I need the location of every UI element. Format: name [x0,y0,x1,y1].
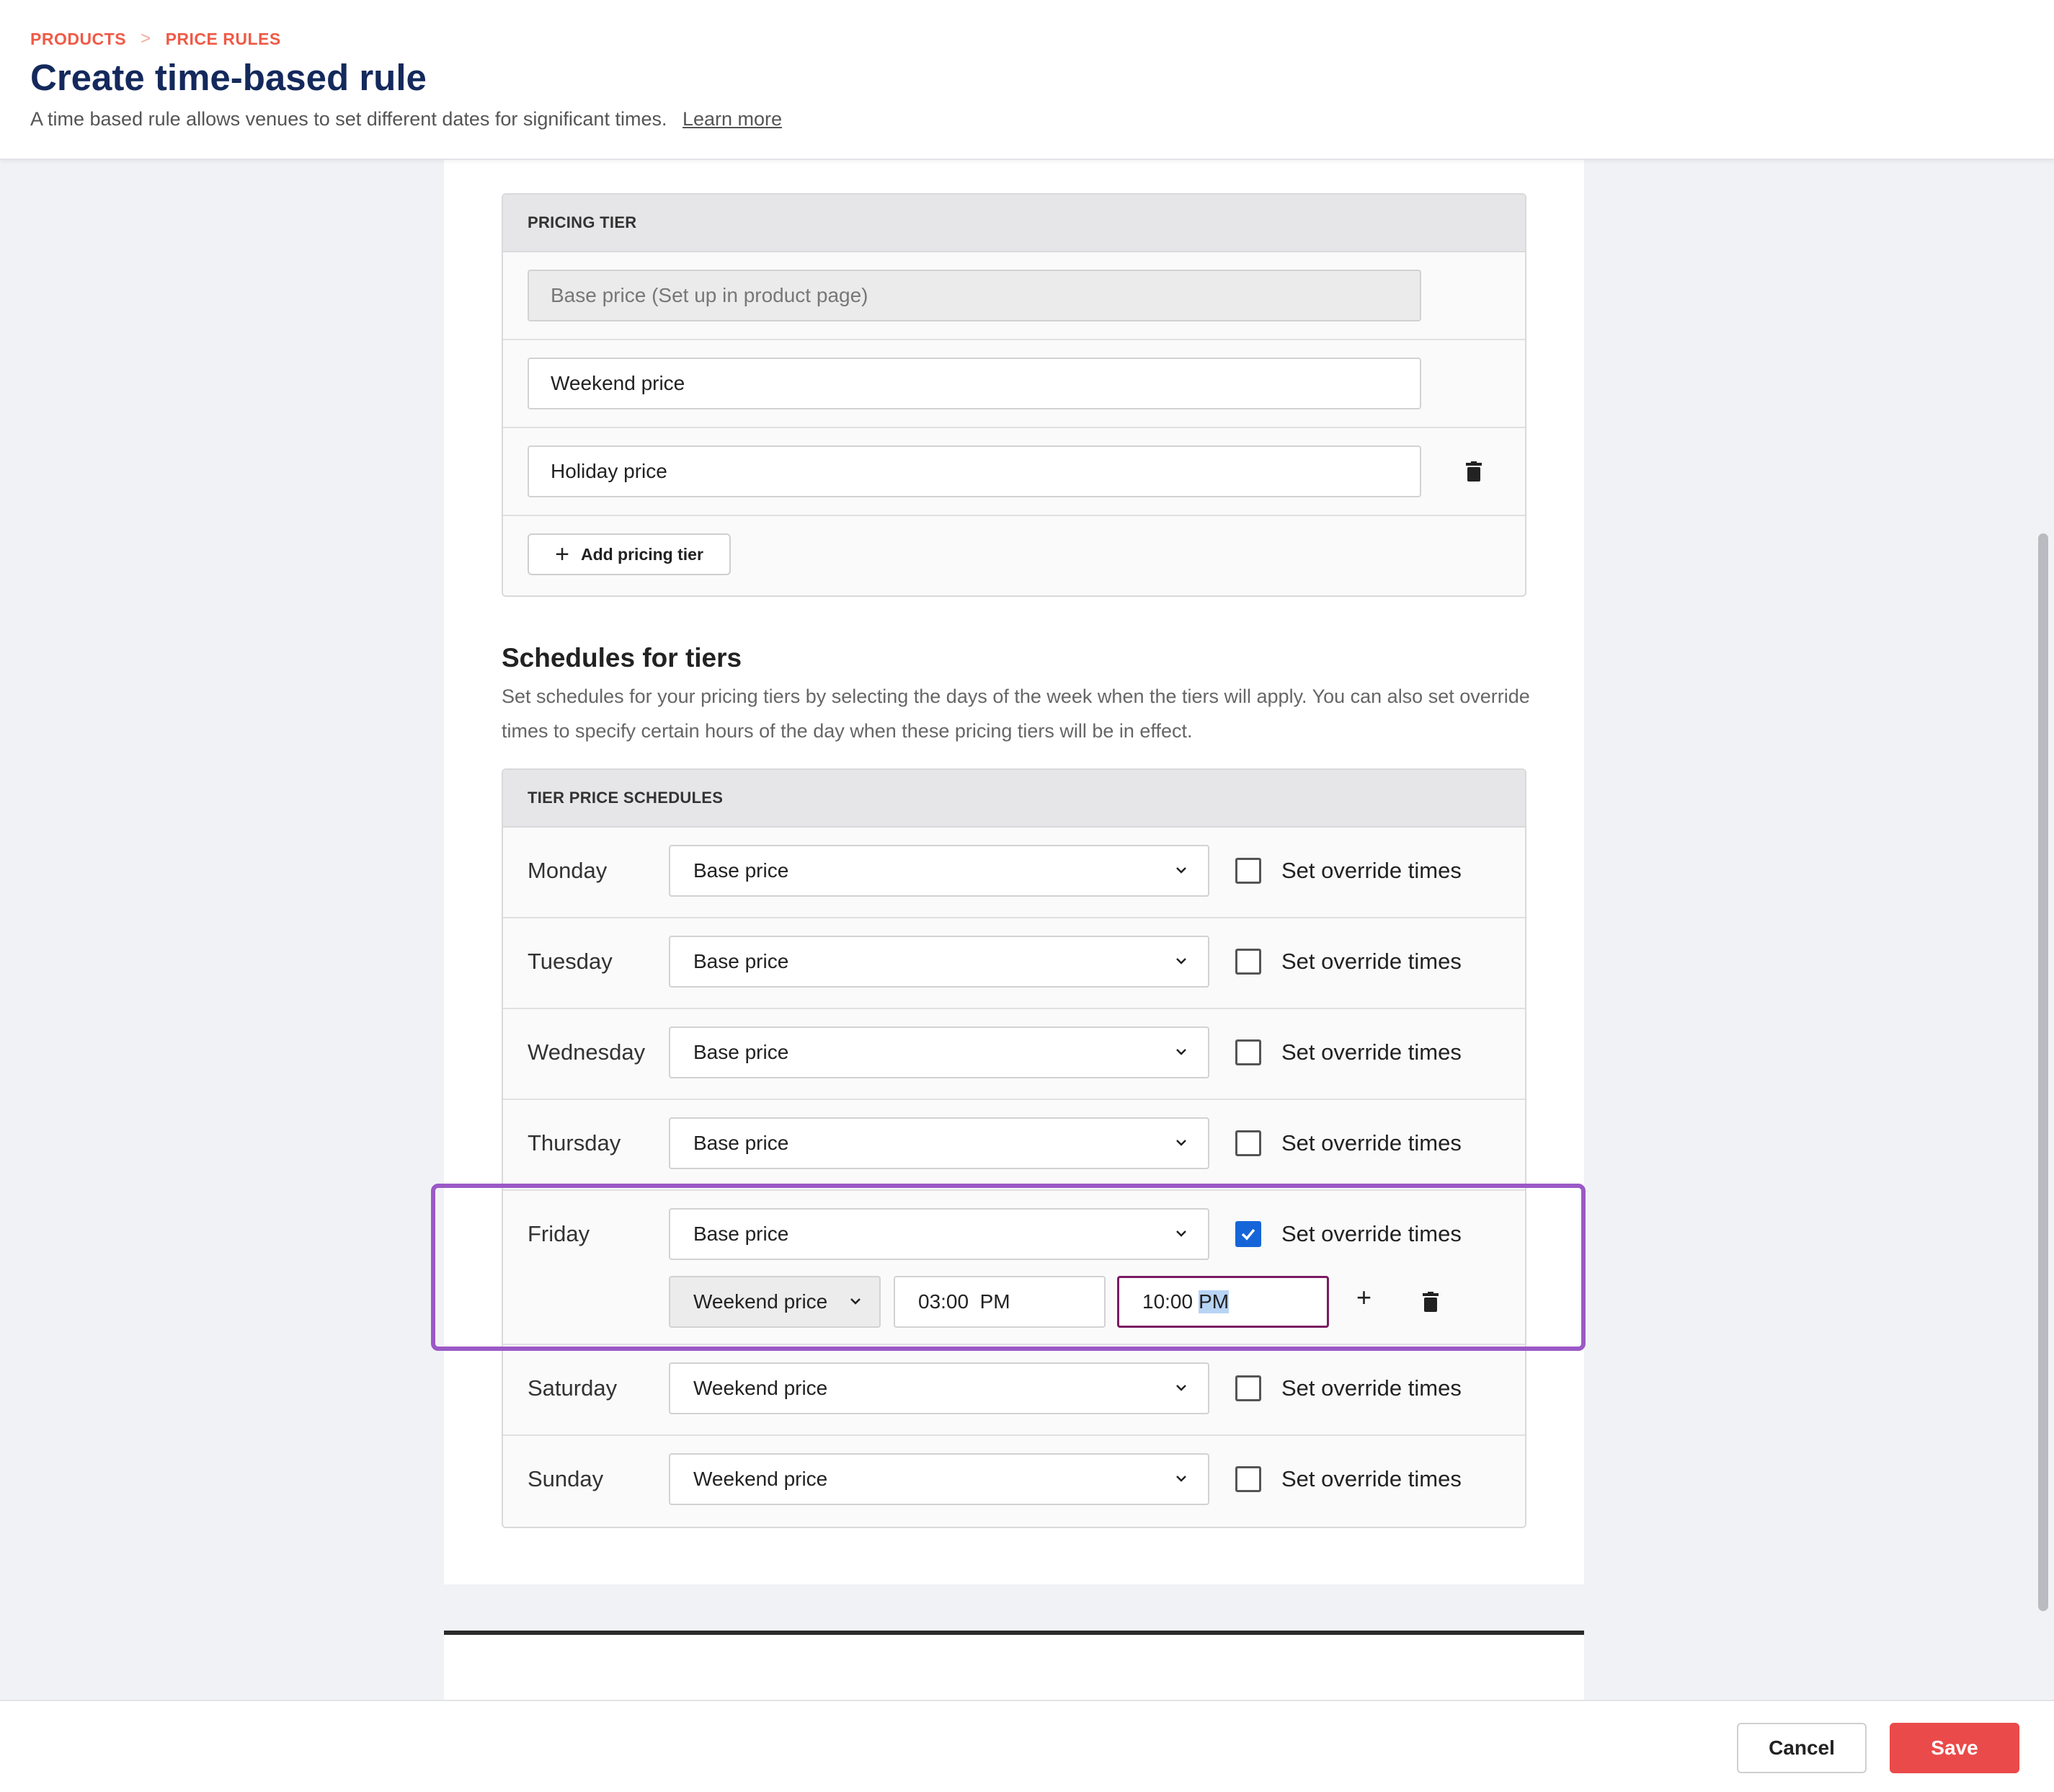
trash-icon[interactable] [1466,461,1482,482]
override-label[interactable]: Set override times [1281,949,1462,975]
tier-select[interactable]: Base price [669,1026,1209,1078]
override-label[interactable]: Set override times [1281,1466,1462,1492]
override-label[interactable]: Set override times [1281,858,1462,884]
chevron-down-icon [1176,1230,1186,1237]
chevron-down-icon [1176,867,1186,874]
day-label: Thursday [528,1130,621,1156]
breadcrumb-products-link[interactable]: PRODUCTS [30,30,126,49]
tier-row: Base price (Set up in product page) [503,252,1525,340]
tier-select-value: Base price [693,1132,789,1154]
plus-icon: + [555,541,569,568]
tier-select-value: Base price [693,859,789,882]
override-checkbox[interactable] [1235,1039,1261,1065]
pricing-tier-header: PRICING TIER [503,195,1525,252]
tier-price-schedules-panel: TIER PRICE SCHEDULES Monday Base price S… [502,768,1526,1528]
chevron-down-icon [850,1298,861,1305]
holiday-price-tier-input[interactable]: Holiday price [528,445,1421,497]
schedule-row-tuesday: Tuesday Base price Set override times [503,918,1525,1009]
scrollbar-thumb[interactable] [2038,533,2048,1611]
base-price-tier-input: Base price (Set up in product page) [528,270,1421,321]
override-end-time-input[interactable]: 10:00 PM [1117,1276,1329,1328]
override-label[interactable]: Set override times [1281,1221,1462,1247]
end-time-meridiem-selected: PM [1199,1290,1230,1313]
override-start-time-input[interactable]: 03:00 PM [894,1276,1106,1328]
tier-select[interactable]: Base price [669,1208,1209,1260]
day-label: Monday [528,858,608,883]
tier-select[interactable]: Weekend price [669,1453,1209,1505]
tier-select[interactable]: Weekend price [669,1362,1209,1414]
tier-select-value: Base price [693,1041,789,1063]
day-label: Saturday [528,1375,618,1401]
tier-select-value: Base price [693,1223,789,1245]
form-card-next-section [444,1635,1584,1701]
override-checkbox[interactable] [1235,1375,1261,1401]
override-label[interactable]: Set override times [1281,1130,1462,1156]
learn-more-link[interactable]: Learn more [683,108,782,130]
page-title: Create time-based rule [30,57,427,98]
schedules-title: Schedules for tiers [502,643,742,673]
schedule-row-friday: Friday Base price Set override times Wee… [503,1191,1525,1345]
weekend-price-tier-input[interactable]: Weekend price [528,358,1421,409]
end-time-digits: 10:00 [1142,1290,1193,1313]
day-label: Friday [528,1221,590,1246]
override-checkbox[interactable] [1235,1130,1261,1156]
tier-row: Weekend price [503,340,1525,428]
breadcrumb-separator: > [141,29,151,48]
chevron-down-icon [1176,1476,1186,1482]
schedule-row-thursday: Thursday Base price Set override times [503,1100,1525,1191]
chevron-down-icon [1176,1385,1186,1391]
schedules-description: Set schedules for your pricing tiers by … [502,686,1530,742]
day-label: Sunday [528,1466,604,1491]
override-label[interactable]: Set override times [1281,1375,1462,1401]
tier-select[interactable]: Base price [669,936,1209,988]
override-tier-value: Weekend price [693,1290,828,1313]
override-checkbox[interactable] [1235,858,1261,884]
tier-select[interactable]: Base price [669,1117,1209,1169]
pricing-tier-panel: PRICING TIER Base price (Set up in produ… [502,193,1526,597]
add-override-time-button[interactable]: + [1356,1285,1371,1310]
schedule-row-sunday: Sunday Weekend price Set override times [503,1436,1525,1527]
tier-select-value: Base price [693,950,789,972]
cancel-button[interactable]: Cancel [1737,1723,1867,1773]
schedule-row-saturday: Saturday Weekend price Set override time… [503,1345,1525,1436]
tier-select-value: Weekend price [693,1468,828,1490]
override-label[interactable]: Set override times [1281,1039,1462,1065]
subtitle-text: A time based rule allows venues to set d… [30,108,667,130]
page-header: PRODUCTS > PRICE RULES Create time-based… [0,0,2054,160]
tier-select[interactable]: Base price [669,845,1209,897]
add-tier-row: + Add pricing tier [503,516,1525,595]
override-checkbox[interactable] [1235,1466,1261,1492]
trash-icon[interactable] [1423,1292,1439,1312]
chevron-down-icon [1176,1049,1186,1055]
override-tier-select[interactable]: Weekend price [669,1276,881,1328]
override-checkbox-checked[interactable] [1235,1221,1261,1247]
save-button[interactable]: Save [1890,1723,2019,1773]
add-pricing-tier-label: Add pricing tier [580,544,703,564]
tier-row: Holiday price [503,428,1525,516]
schedule-row-wednesday: Wednesday Base price Set override times [503,1009,1525,1100]
footer-bar: Cancel Save [0,1700,2054,1792]
add-pricing-tier-button[interactable]: + Add pricing tier [528,533,731,575]
chevron-down-icon [1176,958,1186,964]
day-label: Wednesday [528,1039,646,1065]
tier-price-schedules-header: TIER PRICE SCHEDULES [503,770,1525,828]
breadcrumb-price-rules-link[interactable]: PRICE RULES [166,30,281,49]
schedule-row-monday: Monday Base price Set override times [503,828,1525,918]
day-label: Tuesday [528,949,613,974]
chevron-down-icon [1176,1140,1186,1146]
tier-select-value: Weekend price [693,1377,828,1399]
check-icon [1241,1228,1255,1241]
start-time-value: 03:00 PM [918,1290,1010,1313]
breadcrumb: PRODUCTS > PRICE RULES [30,29,281,49]
page-subtitle: A time based rule allows venues to set d… [30,108,782,130]
override-checkbox[interactable] [1235,949,1261,975]
